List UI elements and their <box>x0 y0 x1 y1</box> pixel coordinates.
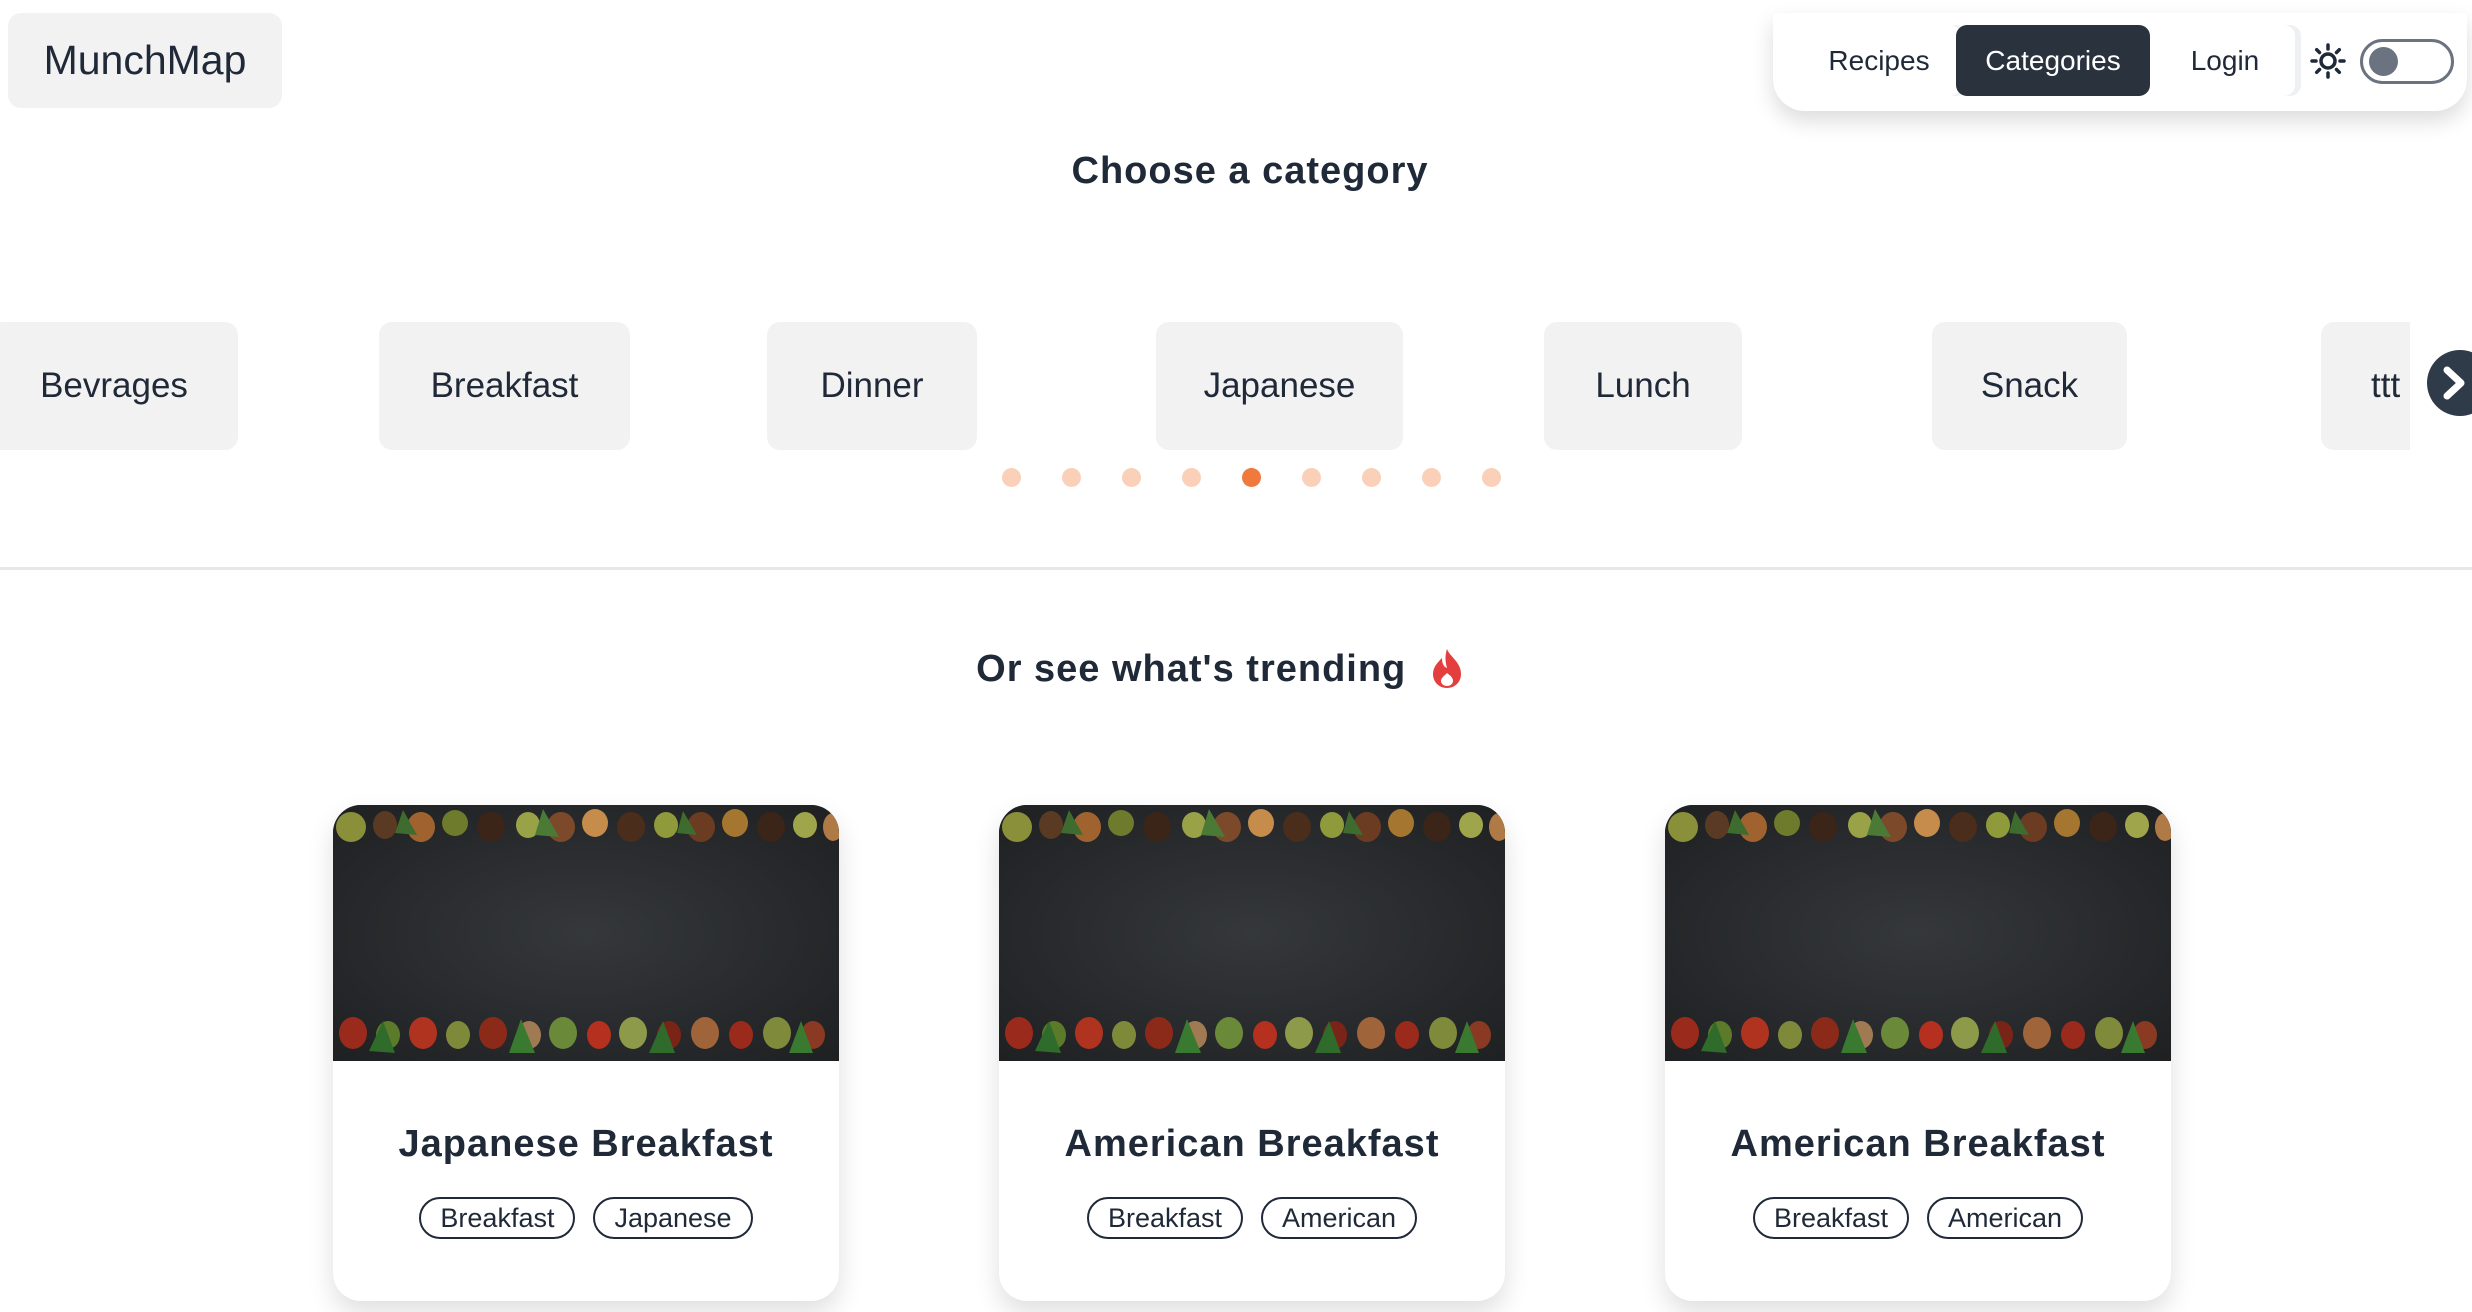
toggle-knob <box>2369 47 2398 76</box>
category-lunch[interactable]: Lunch <box>1544 322 1742 450</box>
carousel-dot[interactable] <box>1002 468 1021 487</box>
category-breakfast[interactable]: Breakfast <box>379 322 630 450</box>
recipe-image <box>1665 805 2171 1061</box>
category-dinner[interactable]: Dinner <box>767 322 977 450</box>
carousel-dot[interactable] <box>1062 468 1081 487</box>
recipe-tags: Breakfast American <box>999 1197 1505 1239</box>
recipe-tag[interactable]: Breakfast <box>1752 1197 1909 1239</box>
category-bevrages[interactable]: Bevrages <box>0 322 238 450</box>
trending-heading: Or see what's trending <box>976 648 1407 690</box>
recipe-card[interactable]: Japanese Breakfast Breakfast Japanese <box>333 805 839 1301</box>
app-logo[interactable]: MunchMap <box>8 13 282 108</box>
category-ttt[interactable]: ttt <box>2321 322 2410 450</box>
recipe-card[interactable]: American Breakfast Breakfast American <box>999 805 1505 1301</box>
top-nav: Recipes Categories Login <box>1773 13 2467 111</box>
categories-heading: Choose a category <box>1071 150 1429 192</box>
recipe-title: American Breakfast <box>1064 1123 1440 1165</box>
fire-icon <box>1432 649 1461 688</box>
nav-recipes[interactable]: Recipes <box>1797 25 1961 96</box>
recipe-tag[interactable]: Breakfast <box>419 1197 576 1239</box>
carousel-dot[interactable] <box>1122 468 1141 487</box>
trending-heading-wrap: Or see what's trending <box>0 647 2470 691</box>
theme-toggle[interactable] <box>2360 39 2454 84</box>
carousel-next-button[interactable] <box>2427 350 2472 416</box>
nav-categories[interactable]: Categories <box>1956 25 2150 96</box>
carousel-pagination <box>0 468 2472 488</box>
carousel-dot[interactable] <box>1482 468 1501 487</box>
recipe-tags: Breakfast American <box>1665 1197 2171 1239</box>
category-snack[interactable]: Snack <box>1932 322 2127 450</box>
recipe-image <box>999 805 1505 1061</box>
recipe-tags: Breakfast Japanese <box>333 1197 839 1239</box>
recipe-tag[interactable]: Breakfast <box>1086 1197 1243 1239</box>
recipe-title: American Breakfast <box>1730 1123 2106 1165</box>
sun-icon <box>2310 43 2346 79</box>
recipe-tag[interactable]: American <box>1927 1197 2084 1239</box>
carousel-dot[interactable] <box>1362 468 1381 487</box>
chevron-right-icon <box>2443 366 2465 400</box>
carousel-dot[interactable] <box>1182 468 1201 487</box>
section-divider <box>0 567 2472 570</box>
carousel-dot[interactable] <box>1302 468 1321 487</box>
recipe-tag[interactable]: American <box>1261 1197 1418 1239</box>
category-carousel: Bevrages Breakfast Dinner Japanese Lunch… <box>0 322 2410 450</box>
recipe-image <box>333 805 839 1061</box>
carousel-dot[interactable] <box>1242 468 1261 487</box>
recipe-tag[interactable]: Japanese <box>593 1197 753 1239</box>
carousel-dot[interactable] <box>1422 468 1441 487</box>
recipe-title: Japanese Breakfast <box>398 1123 774 1165</box>
recipe-card[interactable]: American Breakfast Breakfast American <box>1665 805 2171 1301</box>
nav-login[interactable]: Login <box>2155 25 2295 96</box>
category-japanese[interactable]: Japanese <box>1156 322 1403 450</box>
